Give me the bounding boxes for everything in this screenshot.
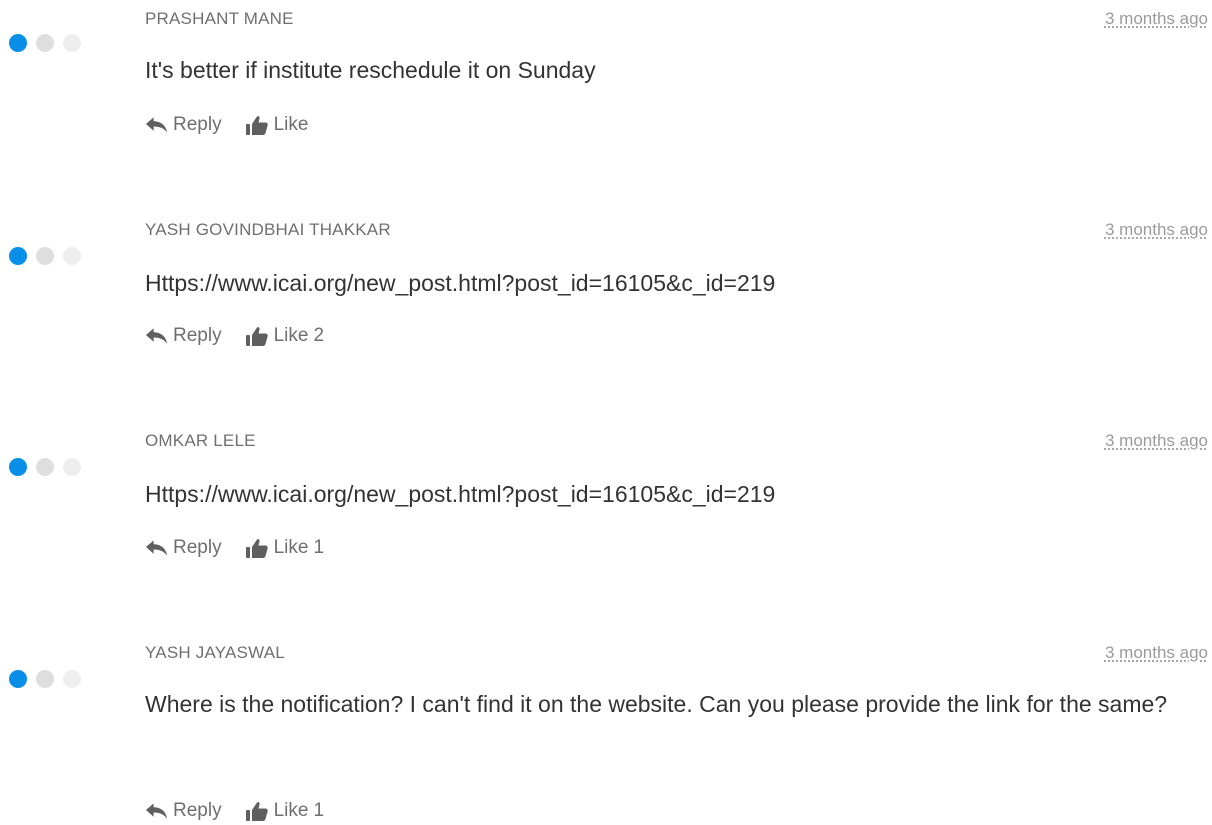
comment-author: YASH JAYASWAL [145,643,285,662]
like-label: Like [273,537,309,558]
comment-message: Https://www.icai.org/new_post.html?post_… [145,270,776,296]
comment-timestamp[interactable]: 3 months ago [1105,219,1208,241]
like-label: Like [273,800,309,821]
reply-label: Reply [173,537,222,558]
avatar-dot [36,670,54,688]
comment-actions: Reply Like 2 [145,324,324,348]
avatar-dot [9,247,27,265]
like-button[interactable]: Like 1 [245,536,325,560]
avatar-loading-dots [9,458,81,476]
reply-button[interactable]: Reply [145,536,222,560]
thumbs-up-icon [245,802,268,821]
avatar-loading-dots [9,670,81,688]
comment-message: Where is the notification? I can't find … [145,691,1168,717]
avatar-dot [9,670,27,688]
comment-timestamp[interactable]: 3 months ago [1105,8,1208,30]
reply-icon [145,117,168,133]
comment-item: OMKAR LELE 3 months ago Https://www.icai… [0,430,1212,570]
reply-icon [145,803,168,819]
avatar-dot [63,34,81,52]
comment-item: YASH JAYASWAL 3 months ago Where is the … [0,642,1212,825]
avatar-dot [63,247,81,265]
avatar-dot [9,458,27,476]
comment-message: It's better if institute reschedule it o… [145,57,596,83]
thumbs-up-icon [245,116,268,135]
avatar-dot [36,458,54,476]
comment-message: Https://www.icai.org/new_post.html?post_… [145,481,776,507]
comment-list: PRASHANT MANE 3 months ago It's better i… [0,0,1212,825]
like-count: 1 [313,800,325,821]
reply-label: Reply [173,325,222,346]
comment-timestamp[interactable]: 3 months ago [1105,642,1208,664]
thumbs-up-icon [245,327,268,346]
avatar-dot [36,247,54,265]
comment-author: PRASHANT MANE [145,9,294,28]
like-count: 1 [313,537,325,558]
comment-timestamp[interactable]: 3 months ago [1105,430,1208,452]
avatar-dot [63,458,81,476]
like-button[interactable]: Like 1 [245,799,325,823]
avatar-dot [9,34,27,52]
like-label: Like [273,114,309,135]
avatar-dot [63,670,81,688]
comment-item: PRASHANT MANE 3 months ago It's better i… [0,8,1212,148]
comment-actions: Reply Like [145,113,313,137]
comment-author: OMKAR LELE [145,431,256,450]
avatar-dot [36,34,54,52]
like-count: 2 [313,325,325,346]
reply-icon [145,540,168,556]
reply-label: Reply [173,800,222,821]
comment-actions: Reply Like 1 [145,536,324,560]
avatar-loading-dots [9,34,81,52]
like-label: Like [273,325,309,346]
comment-actions: Reply Like 1 [145,799,324,823]
thumbs-up-icon [245,539,268,558]
reply-button[interactable]: Reply [145,324,222,348]
reply-label: Reply [173,114,222,135]
comment-item: YASH GOVINDBHAI THAKKAR 3 months ago Htt… [0,219,1212,359]
reply-button[interactable]: Reply [145,799,222,823]
avatar-loading-dots [9,247,81,265]
like-button[interactable]: Like 2 [245,324,325,348]
reply-icon [145,328,168,344]
like-button[interactable]: Like [245,113,314,137]
reply-button[interactable]: Reply [145,113,222,137]
comment-author: YASH GOVINDBHAI THAKKAR [145,220,391,239]
